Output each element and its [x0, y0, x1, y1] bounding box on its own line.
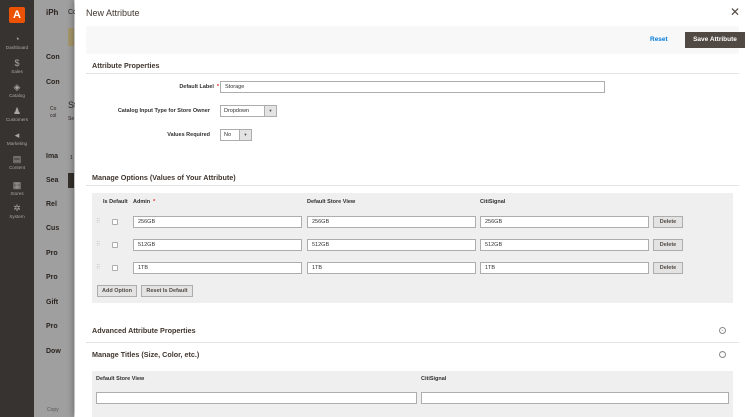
- stores-icon: ▦: [12, 180, 22, 190]
- manage-options-table: Is Default Admin * Default Store View Cit…: [92, 193, 733, 303]
- drag-handle-icon[interactable]: ⠿: [96, 265, 100, 271]
- dashboard-icon: ◔: [14, 34, 20, 44]
- reset-button[interactable]: Reset: [650, 36, 668, 43]
- nav-dashboard[interactable]: ◔ Dashboard: [0, 34, 34, 51]
- system-icon: ✲: [13, 203, 21, 213]
- admin-value-input[interactable]: 512GB: [133, 239, 302, 251]
- citisignal-value-input[interactable]: 256GB: [480, 216, 649, 228]
- add-option-button[interactable]: Add Option: [97, 285, 137, 297]
- delete-option-button[interactable]: Delete: [653, 216, 683, 228]
- divider: [86, 73, 739, 74]
- admin-value-input[interactable]: 256GB: [133, 216, 302, 228]
- col-citisignal: CitiSignal: [480, 199, 506, 205]
- is-default-checkbox[interactable]: [112, 219, 118, 225]
- magento-logo-icon[interactable]: A: [9, 7, 25, 23]
- col-admin: Admin *: [133, 199, 156, 205]
- manage-titles-table: Default Store View CitiSignal: [92, 371, 733, 417]
- nav-marketing[interactable]: ◂ Marketing: [0, 130, 34, 147]
- collapse-icon[interactable]: ⌃: [719, 351, 726, 358]
- drag-handle-icon[interactable]: ⠿: [96, 242, 100, 248]
- default-label-label: Default Label *: [179, 84, 219, 90]
- col-citisignal: CitiSignal: [421, 376, 447, 382]
- citisignal-value-input[interactable]: 1TB: [480, 262, 649, 274]
- content-icon: ▤: [12, 154, 22, 164]
- divider: [86, 342, 739, 343]
- delete-option-button[interactable]: Delete: [653, 262, 683, 274]
- input-type-label: Catalog Input Type for Store Owner: [117, 108, 210, 114]
- title-citisignal-input[interactable]: [421, 392, 729, 404]
- nav-stores[interactable]: ▦ Stores: [0, 180, 34, 197]
- store-view-value-input[interactable]: 1TB: [307, 262, 476, 274]
- delete-option-button[interactable]: Delete: [653, 239, 683, 251]
- values-required-select[interactable]: No ▼: [220, 129, 252, 141]
- sales-icon: $: [14, 58, 20, 68]
- close-icon[interactable]: ✕: [729, 6, 741, 18]
- modal-title: New Attribute: [86, 8, 140, 18]
- modal-overlay[interactable]: [34, 0, 74, 417]
- is-default-checkbox[interactable]: [112, 265, 118, 271]
- chevron-down-icon: ▼: [264, 106, 276, 116]
- col-is-default: Is Default: [103, 199, 128, 205]
- col-default-store-view: Default Store View: [96, 376, 145, 382]
- store-view-value-input[interactable]: 512GB: [307, 239, 476, 251]
- nav-sales[interactable]: $ Sales: [0, 58, 34, 75]
- page-actions-bar: Reset Save Attribute: [86, 26, 745, 54]
- save-attribute-button[interactable]: Save Attribute: [685, 32, 745, 48]
- admin-sidebar: A ◔ Dashboard $ Sales ◈ Catalog ♟ Custom…: [0, 0, 34, 417]
- title-default-store-view-input[interactable]: [96, 392, 417, 404]
- section-advanced-attribute-properties[interactable]: Advanced Attribute Properties: [92, 326, 196, 335]
- new-attribute-modal: New Attribute ✕ Reset Save Attribute Att…: [75, 0, 750, 417]
- nav-content[interactable]: ▤ Content: [0, 154, 34, 171]
- reset-is-default-button[interactable]: Reset Is Default: [141, 285, 193, 297]
- divider: [86, 185, 739, 186]
- marketing-icon: ◂: [14, 130, 20, 140]
- drag-handle-icon[interactable]: ⠿: [96, 219, 100, 225]
- col-default-store-view: Default Store View: [307, 199, 356, 205]
- default-label-input[interactable]: Storage: [220, 81, 605, 93]
- store-view-value-input[interactable]: 256GB: [307, 216, 476, 228]
- admin-value-input[interactable]: 1TB: [133, 262, 302, 274]
- catalog-icon: ◈: [13, 82, 21, 92]
- expand-icon[interactable]: ⌄: [719, 327, 726, 334]
- values-required-label: Values Required: [167, 132, 210, 138]
- nav-system[interactable]: ✲ System: [0, 203, 34, 220]
- input-type-select[interactable]: Dropdown ▼: [220, 105, 277, 117]
- section-manage-options: Manage Options (Values of Your Attribute…: [92, 173, 236, 182]
- citisignal-value-input[interactable]: 512GB: [480, 239, 649, 251]
- chevron-down-icon: ▼: [239, 130, 251, 140]
- customers-icon: ♟: [12, 106, 22, 116]
- is-default-checkbox[interactable]: [112, 242, 118, 248]
- section-attribute-properties: Attribute Properties: [92, 61, 160, 70]
- nav-customers[interactable]: ♟ Customers: [0, 106, 34, 123]
- nav-catalog[interactable]: ◈ Catalog: [0, 82, 34, 99]
- section-manage-titles[interactable]: Manage Titles (Size, Color, etc.): [92, 350, 199, 359]
